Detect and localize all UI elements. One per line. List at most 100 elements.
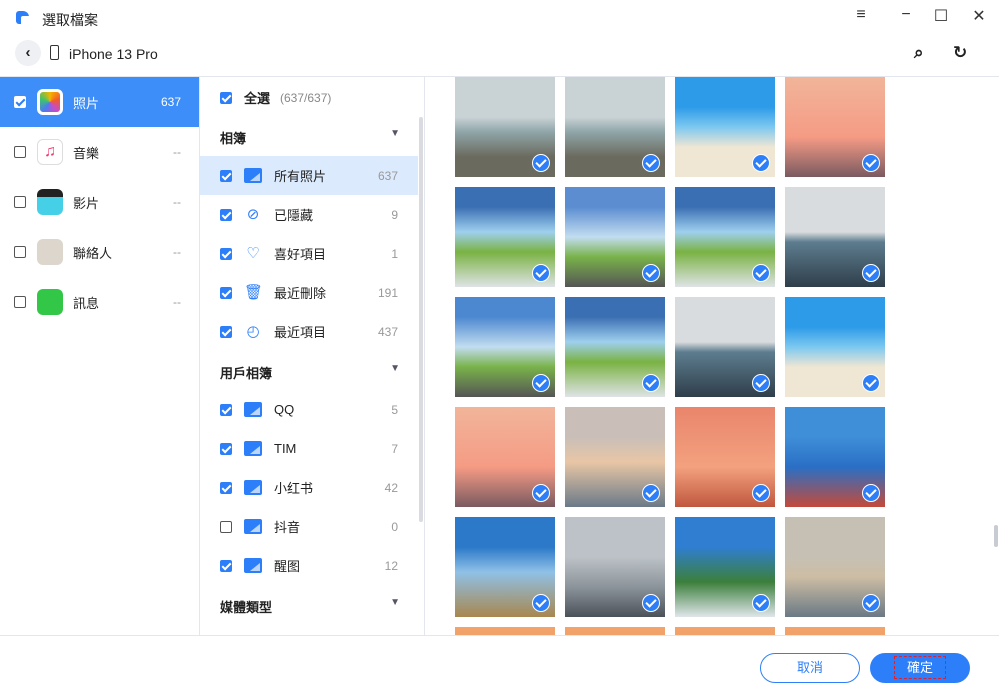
photo-thumbnail[interactable] — [565, 297, 665, 397]
user-album-item[interactable]: 抖音 0 — [200, 507, 418, 546]
album-checkbox[interactable] — [220, 520, 232, 533]
photo-thumbnail[interactable] — [455, 297, 555, 397]
select-all-row[interactable]: 全選 (637/637) — [200, 78, 418, 117]
photo-thumbnail[interactable] — [675, 407, 775, 507]
check-icon[interactable] — [532, 264, 550, 282]
album-label: 最近刪除 — [274, 286, 327, 301]
back-button[interactable]: ‹ — [15, 40, 41, 66]
check-icon[interactable] — [532, 154, 550, 172]
photo-thumbnail[interactable] — [565, 187, 665, 287]
album-item[interactable]: ◴ 最近項目 437 — [200, 312, 418, 351]
photo-thumbnail[interactable] — [785, 77, 885, 177]
check-icon[interactable] — [752, 264, 770, 282]
album-checkbox[interactable] — [220, 325, 232, 338]
trash-icon: 🗑 — [244, 284, 264, 301]
category-item[interactable]: 訊息 -- — [0, 277, 199, 327]
album-label: 所有照片 — [274, 169, 327, 184]
category-checkbox[interactable] — [14, 146, 26, 158]
check-icon[interactable] — [532, 374, 550, 392]
chevron-down-icon[interactable]: ▼ — [390, 597, 400, 616]
album-checkbox[interactable] — [220, 247, 232, 260]
photo-thumbnail[interactable] — [455, 517, 555, 617]
photo-thumbnail[interactable] — [785, 187, 885, 287]
user-album-item[interactable]: TIM 7 — [200, 429, 418, 468]
check-icon[interactable] — [642, 594, 660, 612]
album-label: 喜好項目 — [274, 247, 327, 262]
category-item[interactable]: ♫ 音樂 -- — [0, 127, 199, 177]
user-album-item[interactable]: 小红书 42 — [200, 468, 418, 507]
album-checkbox[interactable] — [220, 403, 232, 416]
photo-thumbnail[interactable] — [675, 187, 775, 287]
photo-thumbnail[interactable] — [565, 407, 665, 507]
check-icon[interactable] — [752, 374, 770, 392]
check-icon[interactable] — [752, 484, 770, 502]
section-user-albums[interactable]: 用戶相簿 ▼ — [220, 363, 400, 382]
photo-thumbnail[interactable] — [455, 187, 555, 287]
photo-thumbnail[interactable] — [675, 627, 775, 635]
photo-thumbnail[interactable] — [785, 627, 885, 635]
user-album-item[interactable]: QQ 5 — [200, 390, 418, 429]
photo-thumbnail[interactable] — [455, 77, 555, 177]
photo-thumbnail[interactable] — [785, 517, 885, 617]
check-icon[interactable] — [862, 594, 880, 612]
category-checkbox[interactable] — [14, 196, 26, 208]
check-icon[interactable] — [862, 484, 880, 502]
album-checkbox[interactable] — [220, 559, 232, 572]
category-checkbox[interactable] — [14, 246, 26, 258]
chevron-down-icon[interactable]: ▼ — [390, 128, 400, 147]
album-checkbox[interactable] — [220, 286, 232, 299]
section-albums[interactable]: 相簿 ▼ — [220, 128, 400, 147]
album-checkbox[interactable] — [220, 208, 232, 221]
check-icon[interactable] — [752, 154, 770, 172]
check-icon[interactable] — [752, 594, 770, 612]
album-label: 最近項目 — [274, 325, 327, 340]
check-icon[interactable] — [532, 594, 550, 612]
search-icon[interactable]: ⌕ — [914, 43, 924, 63]
photo-thumbnail[interactable] — [785, 297, 885, 397]
album-item[interactable]: ⊘ 已隱藏 9 — [200, 195, 418, 234]
user-album-item[interactable]: 醒图 12 — [200, 546, 418, 585]
check-icon[interactable] — [862, 374, 880, 392]
check-icon[interactable] — [862, 154, 880, 172]
close-icon[interactable]: ✕ — [967, 6, 991, 26]
photo-thumbnail[interactable] — [565, 627, 665, 635]
photo-thumbnail[interactable] — [565, 517, 665, 617]
category-checkbox[interactable] — [14, 296, 26, 308]
maximize-icon[interactable]: ☐ — [929, 6, 953, 26]
album-scrollbar[interactable] — [419, 117, 423, 522]
section-media-types[interactable]: 媒體類型 ▼ — [220, 597, 400, 616]
category-item[interactable]: 影片 -- — [0, 177, 199, 227]
check-icon[interactable] — [642, 154, 660, 172]
album-item[interactable]: ♡ 喜好項目 1 — [200, 234, 418, 273]
photo-thumbnail[interactable] — [455, 627, 555, 635]
photo-thumbnail[interactable] — [785, 407, 885, 507]
check-icon[interactable] — [532, 484, 550, 502]
album-item[interactable]: 所有照片 637 — [200, 156, 418, 195]
album-checkbox[interactable] — [220, 169, 232, 182]
photo-thumbnail[interactable] — [675, 77, 775, 177]
album-checkbox[interactable] — [220, 442, 232, 455]
photo-thumbnail[interactable] — [455, 407, 555, 507]
category-checkbox[interactable] — [14, 96, 26, 108]
chevron-down-icon[interactable]: ▼ — [390, 363, 400, 382]
menu-icon[interactable]: ≡ — [849, 6, 873, 26]
category-item[interactable]: 照片 637 — [0, 77, 199, 127]
album-item[interactable]: 🗑 最近刪除 191 — [200, 273, 418, 312]
grid-scrollbar[interactable] — [994, 525, 998, 547]
category-item[interactable]: 聯絡人 -- — [0, 227, 199, 277]
photo-thumbnail[interactable] — [675, 517, 775, 617]
select-all-checkbox[interactable] — [220, 91, 232, 104]
check-icon[interactable] — [642, 264, 660, 282]
check-icon[interactable] — [862, 264, 880, 282]
confirm-button[interactable]: 確定 — [870, 653, 970, 683]
cancel-button[interactable]: 取消 — [760, 653, 860, 683]
album-checkbox[interactable] — [220, 481, 232, 494]
device-header: ‹ iPhone 13 Pro ⌕ ↻ — [0, 35, 999, 77]
refresh-icon[interactable]: ↻ — [953, 43, 967, 63]
check-icon[interactable] — [642, 374, 660, 392]
photo-thumbnail[interactable] — [565, 77, 665, 177]
check-icon[interactable] — [642, 484, 660, 502]
photo-thumbnail[interactable] — [675, 297, 775, 397]
album-count: 42 — [384, 480, 398, 495]
minimize-icon[interactable]: − — [894, 6, 918, 26]
